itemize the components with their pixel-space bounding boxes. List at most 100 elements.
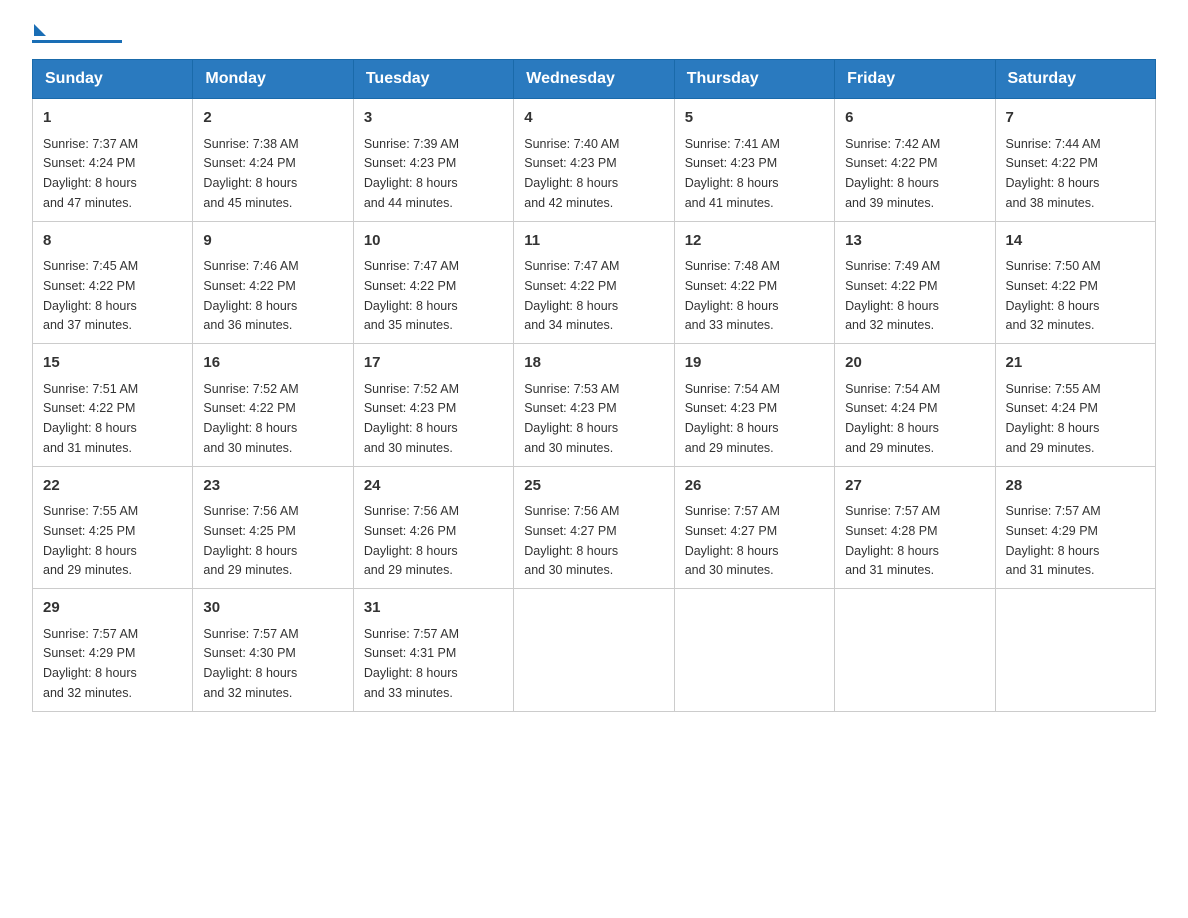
calendar-cell: 2 Sunrise: 7:38 AM Sunset: 4:24 PM Dayli…	[193, 99, 353, 222]
day-number: 14	[1006, 230, 1145, 253]
day-number: 20	[845, 352, 984, 375]
calendar-cell: 27 Sunrise: 7:57 AM Sunset: 4:28 PM Dayl…	[835, 466, 995, 589]
day-info: Sunrise: 7:38 AM Sunset: 4:24 PM Dayligh…	[203, 137, 298, 210]
logo	[32, 24, 122, 43]
calendar-header: SundayMondayTuesdayWednesdayThursdayFrid…	[33, 60, 1156, 99]
day-info: Sunrise: 7:37 AM Sunset: 4:24 PM Dayligh…	[43, 137, 138, 210]
day-info: Sunrise: 7:55 AM Sunset: 4:25 PM Dayligh…	[43, 504, 138, 577]
day-number: 24	[364, 475, 503, 498]
day-number: 19	[685, 352, 824, 375]
calendar-cell: 29 Sunrise: 7:57 AM Sunset: 4:29 PM Dayl…	[33, 589, 193, 712]
page-header	[32, 24, 1156, 43]
day-number: 2	[203, 107, 342, 130]
day-header-saturday: Saturday	[995, 60, 1155, 99]
day-number: 9	[203, 230, 342, 253]
calendar-body: 1 Sunrise: 7:37 AM Sunset: 4:24 PM Dayli…	[33, 99, 1156, 712]
day-info: Sunrise: 7:52 AM Sunset: 4:23 PM Dayligh…	[364, 382, 459, 455]
week-row-3: 15 Sunrise: 7:51 AM Sunset: 4:22 PM Dayl…	[33, 344, 1156, 467]
day-number: 18	[524, 352, 663, 375]
day-number: 1	[43, 107, 182, 130]
calendar-cell: 23 Sunrise: 7:56 AM Sunset: 4:25 PM Dayl…	[193, 466, 353, 589]
day-header-thursday: Thursday	[674, 60, 834, 99]
calendar-cell: 15 Sunrise: 7:51 AM Sunset: 4:22 PM Dayl…	[33, 344, 193, 467]
calendar-cell: 26 Sunrise: 7:57 AM Sunset: 4:27 PM Dayl…	[674, 466, 834, 589]
day-number: 7	[1006, 107, 1145, 130]
day-info: Sunrise: 7:42 AM Sunset: 4:22 PM Dayligh…	[845, 137, 940, 210]
week-row-4: 22 Sunrise: 7:55 AM Sunset: 4:25 PM Dayl…	[33, 466, 1156, 589]
day-info: Sunrise: 7:57 AM Sunset: 4:27 PM Dayligh…	[685, 504, 780, 577]
day-info: Sunrise: 7:48 AM Sunset: 4:22 PM Dayligh…	[685, 259, 780, 332]
logo-triangle-icon	[34, 24, 46, 36]
day-number: 25	[524, 475, 663, 498]
day-number: 4	[524, 107, 663, 130]
day-info: Sunrise: 7:47 AM Sunset: 4:22 PM Dayligh…	[524, 259, 619, 332]
header-row: SundayMondayTuesdayWednesdayThursdayFrid…	[33, 60, 1156, 99]
day-number: 21	[1006, 352, 1145, 375]
day-number: 12	[685, 230, 824, 253]
day-info: Sunrise: 7:45 AM Sunset: 4:22 PM Dayligh…	[43, 259, 138, 332]
day-header-sunday: Sunday	[33, 60, 193, 99]
week-row-2: 8 Sunrise: 7:45 AM Sunset: 4:22 PM Dayli…	[33, 221, 1156, 344]
day-number: 30	[203, 597, 342, 620]
day-info: Sunrise: 7:46 AM Sunset: 4:22 PM Dayligh…	[203, 259, 298, 332]
calendar-cell	[514, 589, 674, 712]
day-number: 6	[845, 107, 984, 130]
day-number: 16	[203, 352, 342, 375]
calendar-cell	[674, 589, 834, 712]
week-row-5: 29 Sunrise: 7:57 AM Sunset: 4:29 PM Dayl…	[33, 589, 1156, 712]
calendar-cell: 5 Sunrise: 7:41 AM Sunset: 4:23 PM Dayli…	[674, 99, 834, 222]
calendar-cell: 12 Sunrise: 7:48 AM Sunset: 4:22 PM Dayl…	[674, 221, 834, 344]
logo-underline	[32, 40, 122, 43]
calendar-cell	[835, 589, 995, 712]
day-number: 5	[685, 107, 824, 130]
day-number: 26	[685, 475, 824, 498]
day-number: 17	[364, 352, 503, 375]
day-info: Sunrise: 7:57 AM Sunset: 4:29 PM Dayligh…	[1006, 504, 1101, 577]
calendar-cell: 28 Sunrise: 7:57 AM Sunset: 4:29 PM Dayl…	[995, 466, 1155, 589]
calendar-cell: 14 Sunrise: 7:50 AM Sunset: 4:22 PM Dayl…	[995, 221, 1155, 344]
day-info: Sunrise: 7:54 AM Sunset: 4:24 PM Dayligh…	[845, 382, 940, 455]
calendar-cell: 18 Sunrise: 7:53 AM Sunset: 4:23 PM Dayl…	[514, 344, 674, 467]
day-info: Sunrise: 7:41 AM Sunset: 4:23 PM Dayligh…	[685, 137, 780, 210]
calendar-cell: 9 Sunrise: 7:46 AM Sunset: 4:22 PM Dayli…	[193, 221, 353, 344]
calendar-cell: 13 Sunrise: 7:49 AM Sunset: 4:22 PM Dayl…	[835, 221, 995, 344]
day-info: Sunrise: 7:44 AM Sunset: 4:22 PM Dayligh…	[1006, 137, 1101, 210]
calendar-cell: 16 Sunrise: 7:52 AM Sunset: 4:22 PM Dayl…	[193, 344, 353, 467]
day-header-tuesday: Tuesday	[353, 60, 513, 99]
day-number: 11	[524, 230, 663, 253]
day-header-wednesday: Wednesday	[514, 60, 674, 99]
day-info: Sunrise: 7:51 AM Sunset: 4:22 PM Dayligh…	[43, 382, 138, 455]
calendar-cell: 21 Sunrise: 7:55 AM Sunset: 4:24 PM Dayl…	[995, 344, 1155, 467]
calendar-cell: 3 Sunrise: 7:39 AM Sunset: 4:23 PM Dayli…	[353, 99, 513, 222]
logo-text	[32, 28, 46, 36]
day-info: Sunrise: 7:49 AM Sunset: 4:22 PM Dayligh…	[845, 259, 940, 332]
day-info: Sunrise: 7:56 AM Sunset: 4:26 PM Dayligh…	[364, 504, 459, 577]
day-number: 15	[43, 352, 182, 375]
day-number: 10	[364, 230, 503, 253]
day-number: 13	[845, 230, 984, 253]
day-info: Sunrise: 7:56 AM Sunset: 4:27 PM Dayligh…	[524, 504, 619, 577]
day-info: Sunrise: 7:56 AM Sunset: 4:25 PM Dayligh…	[203, 504, 298, 577]
week-row-1: 1 Sunrise: 7:37 AM Sunset: 4:24 PM Dayli…	[33, 99, 1156, 222]
calendar-cell: 19 Sunrise: 7:54 AM Sunset: 4:23 PM Dayl…	[674, 344, 834, 467]
day-info: Sunrise: 7:40 AM Sunset: 4:23 PM Dayligh…	[524, 137, 619, 210]
day-number: 22	[43, 475, 182, 498]
calendar-cell: 1 Sunrise: 7:37 AM Sunset: 4:24 PM Dayli…	[33, 99, 193, 222]
calendar-cell: 7 Sunrise: 7:44 AM Sunset: 4:22 PM Dayli…	[995, 99, 1155, 222]
day-number: 23	[203, 475, 342, 498]
day-number: 28	[1006, 475, 1145, 498]
calendar-cell: 17 Sunrise: 7:52 AM Sunset: 4:23 PM Dayl…	[353, 344, 513, 467]
day-header-monday: Monday	[193, 60, 353, 99]
day-info: Sunrise: 7:39 AM Sunset: 4:23 PM Dayligh…	[364, 137, 459, 210]
calendar-cell: 31 Sunrise: 7:57 AM Sunset: 4:31 PM Dayl…	[353, 589, 513, 712]
day-info: Sunrise: 7:54 AM Sunset: 4:23 PM Dayligh…	[685, 382, 780, 455]
day-info: Sunrise: 7:57 AM Sunset: 4:31 PM Dayligh…	[364, 627, 459, 700]
day-number: 29	[43, 597, 182, 620]
calendar-cell: 11 Sunrise: 7:47 AM Sunset: 4:22 PM Dayl…	[514, 221, 674, 344]
day-info: Sunrise: 7:57 AM Sunset: 4:30 PM Dayligh…	[203, 627, 298, 700]
day-info: Sunrise: 7:57 AM Sunset: 4:28 PM Dayligh…	[845, 504, 940, 577]
day-info: Sunrise: 7:52 AM Sunset: 4:22 PM Dayligh…	[203, 382, 298, 455]
day-number: 8	[43, 230, 182, 253]
calendar-cell: 20 Sunrise: 7:54 AM Sunset: 4:24 PM Dayl…	[835, 344, 995, 467]
day-number: 31	[364, 597, 503, 620]
